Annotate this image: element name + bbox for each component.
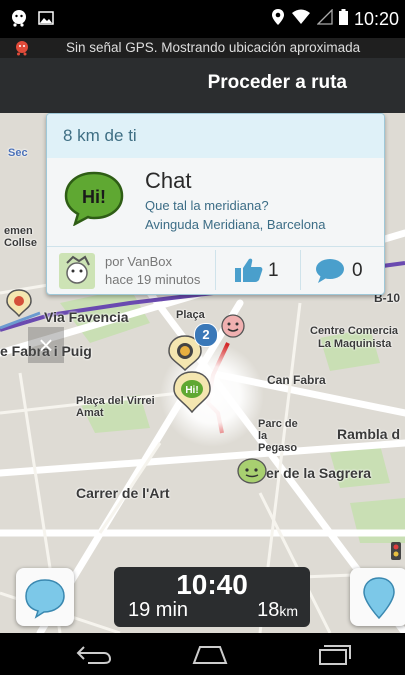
waze-status-icon [10,9,28,32]
alert-address: Avinguda Meridiana, Barcelona [145,217,326,232]
map-label: Carrer de l'Art [76,485,170,501]
battery-icon [338,9,348,30]
distance-text: 8 km de ti [63,126,137,145]
close-button[interactable]: × [28,327,64,363]
user-count-badge[interactable]: 2 [194,323,218,347]
gps-warning-text: Sin señal GPS. Mostrando ubicación aprox… [66,40,361,55]
home-button[interactable] [190,643,230,670]
report-bubble-icon [25,579,65,619]
map-label: Parc de la Pegaso [258,418,298,454]
recents-icon [319,645,351,665]
trip-distance-value: 18 [257,599,280,621]
thumbs-up-button[interactable] [233,257,263,288]
navigate-button[interactable] [350,568,405,626]
report-button[interactable] [16,568,74,626]
distance-header: 8 km de ti [47,114,384,158]
map-label: er de la Sagrera [266,465,372,481]
trip-distance-unit: km [279,603,298,619]
map-label: Can Fabra [267,373,326,387]
back-button[interactable] [74,643,114,670]
alert-time-ago: hace 19 minutos [105,272,201,287]
map-label: Plaça del Virrei Amat [76,395,155,419]
hi-icon-text: Hi! [82,187,106,207]
divider [215,250,216,290]
thumbs-up-count: 1 [268,260,279,281]
home-icon [192,646,228,664]
location-pin-icon [363,577,395,620]
svg-text:Hi!: Hi! [185,385,198,396]
alert-author[interactable]: por VanBox [105,254,172,269]
status-bar: 10:20 [0,0,405,38]
map-label: Sec [8,147,28,159]
map-label: Rambla d [337,426,401,442]
map-label: Plaça [176,309,205,321]
map-label: Centre Comercia [310,325,399,337]
trip-duration: 19 min [128,599,189,621]
waze-warning-icon [14,40,30,59]
proceed-to-route-button[interactable]: Proceder a ruta [208,72,347,94]
system-nav-bar [0,633,405,675]
route-bar[interactable]: Proceder a ruta [0,58,405,113]
gps-warning-banner: Sin señal GPS. Mostrando ubicación aprox… [0,38,405,58]
map-label: Via Favencia [44,309,129,325]
clock: 10:20 [353,9,399,29]
comment-button[interactable] [315,258,345,289]
eta-panel[interactable]: 10:40 19 min 18km [114,567,310,627]
alert-card[interactable]: 8 km de ti Hi! Chat Que tal la meridiana… [46,113,385,295]
signal-icon [316,8,333,30]
divider [300,250,301,290]
alert-message: Que tal la meridiana? [145,198,269,213]
avatar[interactable] [59,253,95,289]
chat-hi-icon: Hi! [63,170,125,227]
wifi-icon [291,9,311,30]
comment-bubble-icon [316,259,344,283]
comment-count: 0 [352,260,363,281]
map-label: Collse [4,237,38,249]
trip-distance: 18km [257,599,298,622]
map-label: La Maquinista [318,338,392,350]
image-notification-icon [38,11,54,30]
recents-button[interactable] [314,643,354,670]
location-icon [271,8,285,31]
arrival-time: 10:40 [176,569,248,600]
thumbs-up-icon [235,258,263,282]
map-label: emen [4,225,33,237]
alert-title: Chat [145,168,192,193]
back-icon [76,646,112,664]
